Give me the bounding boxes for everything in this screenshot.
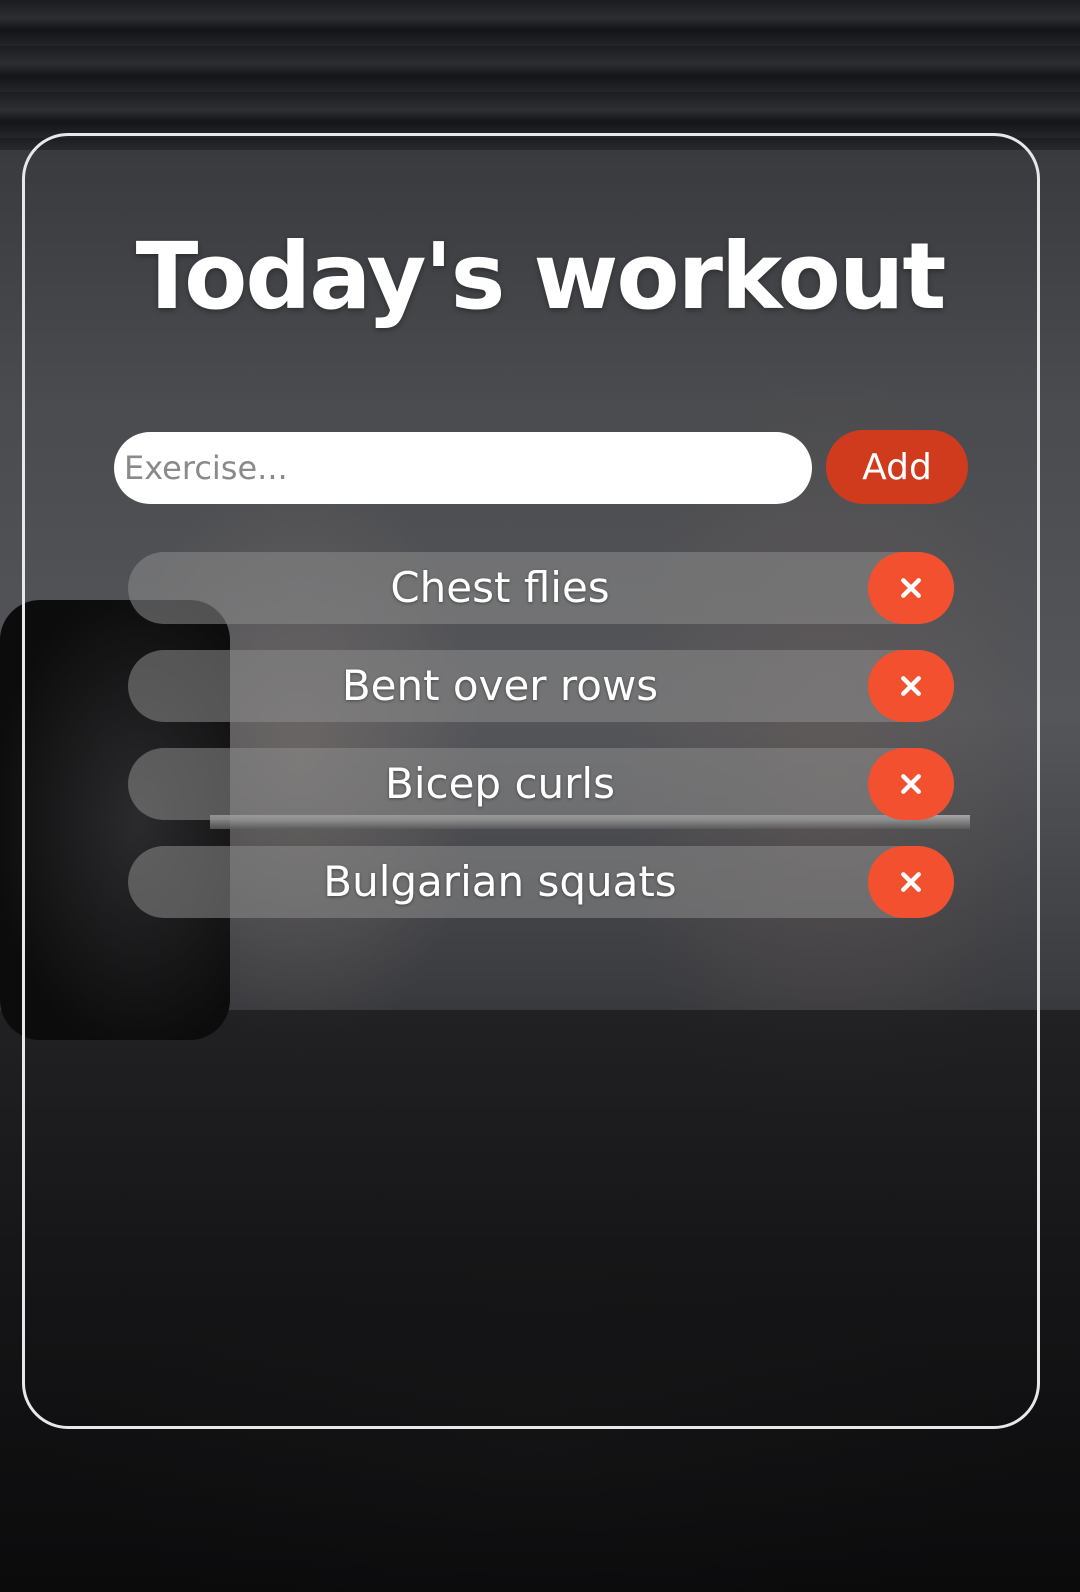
delete-button[interactable] xyxy=(868,748,954,820)
page-title: Today's workout xyxy=(135,223,947,330)
exercise-label: Bicep curls xyxy=(385,759,615,808)
add-exercise-form: Add xyxy=(114,430,968,504)
ceiling-pipes xyxy=(0,0,1080,150)
exercise-label: Bent over rows xyxy=(341,661,659,710)
exercise-label: Chest flies xyxy=(390,563,610,612)
list-item: Bent over rows xyxy=(128,650,954,722)
delete-button[interactable] xyxy=(868,650,954,722)
close-icon xyxy=(901,676,921,696)
close-icon xyxy=(901,872,921,892)
delete-button[interactable] xyxy=(868,552,954,624)
close-icon xyxy=(901,774,921,794)
list-item: Bulgarian squats xyxy=(128,846,954,918)
delete-button[interactable] xyxy=(868,846,954,918)
add-button[interactable]: Add xyxy=(826,430,968,504)
close-icon xyxy=(901,578,921,598)
exercise-input[interactable] xyxy=(114,432,812,504)
list-item: Bicep curls xyxy=(128,748,954,820)
list-item: Chest flies xyxy=(128,552,954,624)
exercise-label: Bulgarian squats xyxy=(323,857,677,906)
